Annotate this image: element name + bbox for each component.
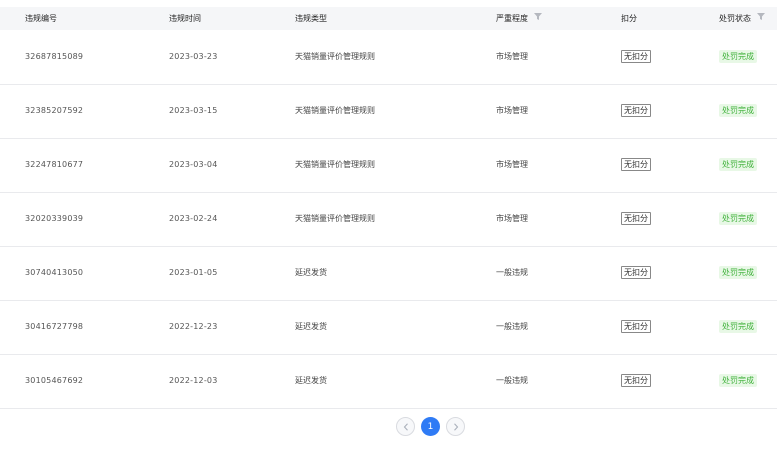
status-badge: 处罚完成 <box>719 104 757 117</box>
table-row: 32020339039 2023-02-24 天猫销量评价管理规则 市场管理 无… <box>0 192 777 247</box>
violation-id: 30105467692 <box>25 376 84 385</box>
column-header-severity: 严重程度 <box>496 7 542 30</box>
deduct-badge: 无扣分 <box>621 104 651 117</box>
status-badge: 处罚完成 <box>719 374 757 387</box>
status-cell: 处罚完成 <box>719 84 757 138</box>
violation-type: 延迟发货 <box>295 376 327 385</box>
table-row: 30740413050 2023-01-05 延迟发货 一般违规 无扣分 处罚完… <box>0 246 777 301</box>
violation-time: 2023-02-24 <box>169 214 218 223</box>
violation-id: 32020339039 <box>25 214 84 223</box>
violation-time: 2022-12-03 <box>169 376 218 385</box>
prev-page-button[interactable] <box>396 417 415 436</box>
table-row: 32385207592 2023-03-15 天猫销量评价管理规则 市场管理 无… <box>0 84 777 139</box>
violation-type: 天猫销量评价管理规则 <box>295 52 375 61</box>
violation-id: 32687815089 <box>25 52 84 61</box>
status-cell: 处罚完成 <box>719 138 757 192</box>
column-header-status-label: 处罚状态 <box>719 14 751 23</box>
column-header-time: 违规时间 <box>169 14 201 23</box>
severity: 市场管理 <box>496 214 528 223</box>
status-badge: 处罚完成 <box>719 320 757 333</box>
next-page-button[interactable] <box>446 417 465 436</box>
filter-icon[interactable] <box>534 6 542 29</box>
table-row: 30105467692 2022-12-03 延迟发货 一般违规 无扣分 处罚完… <box>0 354 777 409</box>
severity: 一般违规 <box>496 322 528 331</box>
deduct-badge: 无扣分 <box>621 320 651 333</box>
chevron-right-icon <box>453 422 458 431</box>
violation-time: 2023-03-23 <box>169 52 218 61</box>
table-header <box>0 7 777 30</box>
violation-id: 32385207592 <box>25 106 84 115</box>
status-cell: 处罚完成 <box>719 30 757 84</box>
violation-type: 天猫销量评价管理规则 <box>295 106 375 115</box>
status-cell: 处罚完成 <box>719 300 757 354</box>
status-badge: 处罚完成 <box>719 50 757 63</box>
status-badge: 处罚完成 <box>719 158 757 171</box>
deduct-badge: 无扣分 <box>621 266 651 279</box>
deduct-badge: 无扣分 <box>621 50 651 63</box>
violation-id: 32247810677 <box>25 160 84 169</box>
status-badge: 处罚完成 <box>719 212 757 225</box>
severity: 市场管理 <box>496 52 528 61</box>
deduct-badge: 无扣分 <box>621 158 651 171</box>
severity: 市场管理 <box>496 106 528 115</box>
violation-time: 2022-12-23 <box>169 322 218 331</box>
violation-type: 天猫销量评价管理规则 <box>295 214 375 223</box>
pagination: 1 <box>0 417 777 437</box>
deduct-badge: 无扣分 <box>621 374 651 387</box>
chevron-left-icon <box>403 422 408 431</box>
column-header-deduct: 扣分 <box>621 14 637 23</box>
column-header-status: 处罚状态 <box>719 7 765 30</box>
deduct-cell: 无扣分 <box>621 138 651 192</box>
filter-icon[interactable] <box>757 6 765 29</box>
column-header-severity-label: 严重程度 <box>496 14 528 23</box>
status-cell: 处罚完成 <box>719 192 757 246</box>
deduct-cell: 无扣分 <box>621 192 651 246</box>
violation-type: 延迟发货 <box>295 322 327 331</box>
status-cell: 处罚完成 <box>719 354 757 408</box>
violation-time: 2023-03-04 <box>169 160 218 169</box>
violation-type: 天猫销量评价管理规则 <box>295 160 375 169</box>
deduct-badge: 无扣分 <box>621 212 651 225</box>
column-header-type: 违规类型 <box>295 14 327 23</box>
page-number-button[interactable]: 1 <box>421 417 440 436</box>
deduct-cell: 无扣分 <box>621 300 651 354</box>
violation-time: 2023-01-05 <box>169 268 218 277</box>
deduct-cell: 无扣分 <box>621 354 651 408</box>
severity: 市场管理 <box>496 160 528 169</box>
violation-id: 30416727798 <box>25 322 84 331</box>
table-row: 32247810677 2023-03-04 天猫销量评价管理规则 市场管理 无… <box>0 138 777 193</box>
severity: 一般违规 <box>496 376 528 385</box>
violation-type: 延迟发货 <box>295 268 327 277</box>
status-cell: 处罚完成 <box>719 246 757 300</box>
deduct-cell: 无扣分 <box>621 246 651 300</box>
deduct-cell: 无扣分 <box>621 30 651 84</box>
severity: 一般违规 <box>496 268 528 277</box>
status-badge: 处罚完成 <box>719 266 757 279</box>
table-row: 32687815089 2023-03-23 天猫销量评价管理规则 市场管理 无… <box>0 30 777 85</box>
violation-time: 2023-03-15 <box>169 106 218 115</box>
column-header-id: 违规编号 <box>25 14 57 23</box>
deduct-cell: 无扣分 <box>621 84 651 138</box>
table-row: 30416727798 2022-12-23 延迟发货 一般违规 无扣分 处罚完… <box>0 300 777 355</box>
violation-id: 30740413050 <box>25 268 84 277</box>
